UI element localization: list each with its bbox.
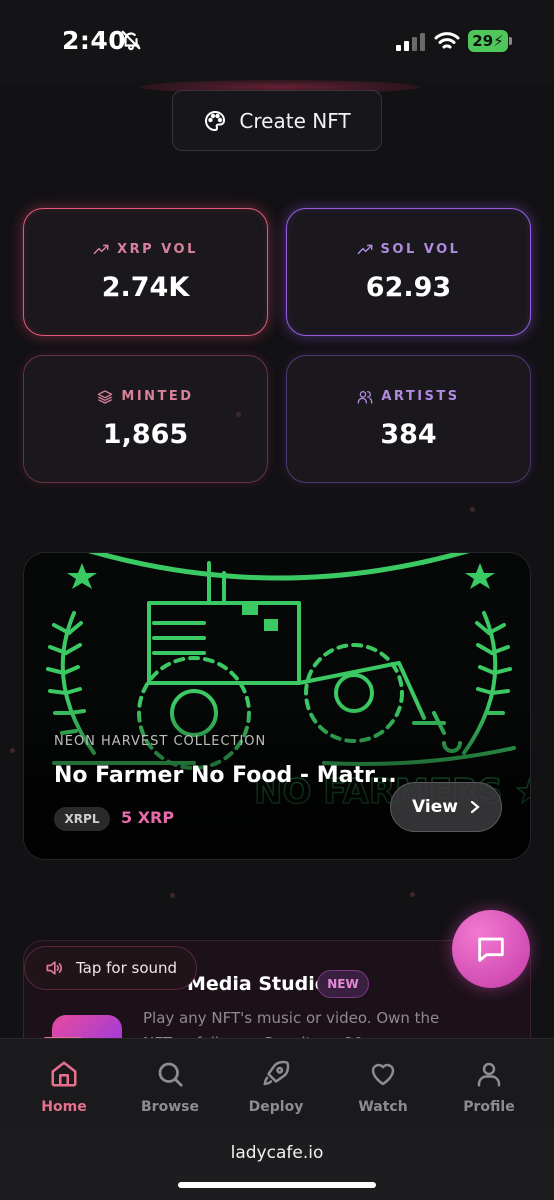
media-studio-description: Play any NFT's music or video. Own the [143, 1009, 440, 1027]
stat-value: 384 [380, 418, 437, 450]
nav-item-profile[interactable]: Profile [439, 1039, 539, 1129]
create-nft-button[interactable]: Create NFT [172, 90, 382, 151]
background-dot [10, 748, 15, 753]
heart-icon [371, 1063, 395, 1086]
nav-item-home[interactable]: Home [14, 1039, 114, 1129]
url-text[interactable]: ladycafe.io [0, 1143, 554, 1163]
wifi-icon [434, 32, 460, 49]
background-dot [410, 892, 415, 897]
battery-level: 29 [472, 32, 494, 50]
featured-title: No Farmer No Food - Matr... [54, 763, 397, 788]
background-dot [470, 507, 475, 512]
tap-for-sound-button[interactable]: Tap for sound [24, 946, 197, 990]
signal-icon [396, 33, 425, 51]
status-bar: 2:40 29 ⚡ [0, 0, 554, 84]
trending-up-icon [93, 244, 109, 254]
nav-label: Home [41, 1099, 87, 1115]
stat-label: MINTED [121, 389, 194, 404]
background-dot [236, 412, 241, 417]
stat-label: SOL VOL [380, 242, 461, 257]
trending-up-icon [357, 244, 372, 254]
home-icon [51, 1061, 77, 1087]
view-label: View [412, 797, 458, 817]
stat-label-row: MINTED [97, 389, 193, 405]
featured-price: 5 XRP [121, 808, 175, 827]
bolt-icon: ⚡ [493, 32, 504, 50]
nav-label: Profile [463, 1099, 515, 1115]
nav-item-browse[interactable]: Browse [120, 1039, 220, 1129]
stat-label-row: SOL VOL [357, 242, 461, 258]
stat-label: ARTISTS [381, 389, 460, 404]
stat-card-artists: ARTISTS 384 [286, 355, 531, 483]
bell-slash-icon [121, 30, 141, 51]
palette-icon [205, 110, 226, 131]
new-badge: NEW [317, 970, 369, 998]
background-dot [170, 893, 175, 898]
nav-label: Watch [358, 1099, 408, 1115]
media-studio-title: Media Studio [187, 973, 328, 995]
nav-label: Deploy [248, 1099, 304, 1115]
users-icon [358, 390, 373, 404]
view-button[interactable]: View [390, 782, 502, 832]
browser-url-bar[interactable] [0, 1128, 554, 1200]
stat-value: 62.93 [365, 271, 452, 303]
stat-label-row: XRP VOL [93, 242, 198, 258]
stat-label: XRP VOL [117, 242, 198, 257]
chain-badge: XRPL [54, 807, 110, 831]
battery-indicator: 29 ⚡ [468, 30, 508, 52]
home-indicator[interactable] [178, 1182, 376, 1188]
stat-value: 1,865 [102, 418, 189, 450]
chat-button[interactable] [452, 910, 530, 988]
speaker-icon [46, 961, 62, 975]
create-nft-label: Create NFT [239, 108, 351, 133]
stat-card-xrp-vol: XRP VOL 2.74K [23, 208, 268, 336]
status-time: 2:40 [62, 26, 127, 55]
stat-card-sol-vol: SOL VOL 62.93 [286, 208, 531, 336]
user-icon [477, 1062, 501, 1087]
chevron-right-icon [470, 800, 480, 814]
nav-item-watch[interactable]: Watch [333, 1039, 433, 1129]
nav-label: Browse [141, 1099, 199, 1115]
nav-item-deploy[interactable]: Deploy [226, 1039, 326, 1129]
stat-card-minted: MINTED 1,865 [23, 355, 268, 483]
stat-value: 2.74K [101, 271, 190, 303]
battery-cap [509, 37, 512, 45]
search-icon [158, 1062, 183, 1087]
featured-nft-card[interactable]: NO FARMERS ★ NO NEON HARVEST COLLECTION … [23, 552, 531, 860]
layers-icon [98, 389, 113, 404]
rocket-icon [263, 1060, 290, 1086]
tap-for-sound-label: Tap for sound [75, 959, 178, 977]
bottom-nav: Home Browse Deploy Watch Profile [0, 1038, 554, 1128]
featured-collection-name: NEON HARVEST COLLECTION [54, 734, 267, 749]
stat-label-row: ARTISTS [357, 389, 459, 405]
chat-bubble-icon [478, 937, 504, 962]
